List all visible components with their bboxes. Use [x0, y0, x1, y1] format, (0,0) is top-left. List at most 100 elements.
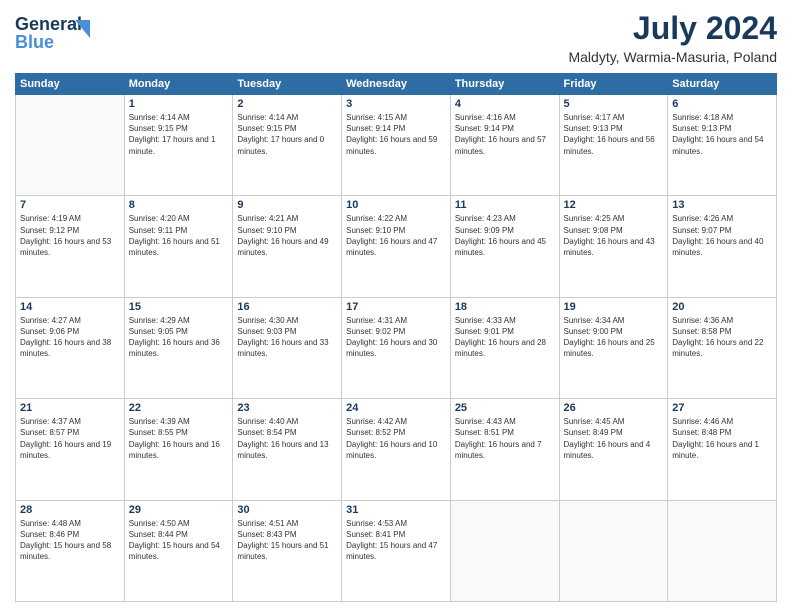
day-info: Sunrise: 4:51 AMSunset: 8:43 PMDaylight:…: [237, 518, 337, 563]
col-tuesday: Tuesday: [233, 74, 342, 95]
day-info: Sunrise: 4:34 AMSunset: 9:00 PMDaylight:…: [564, 315, 664, 360]
day-number: 9: [237, 199, 337, 211]
col-friday: Friday: [559, 74, 668, 95]
day-number: 2: [237, 98, 337, 110]
calendar-day-cell: 12Sunrise: 4:25 AMSunset: 9:08 PMDayligh…: [559, 196, 668, 297]
day-number: 15: [129, 301, 229, 313]
day-info: Sunrise: 4:19 AMSunset: 9:12 PMDaylight:…: [20, 213, 120, 258]
calendar-day-cell: 4 Sunrise: 4:16 AMSunset: 9:14 PMDaylight…: [450, 95, 559, 196]
calendar-day-cell: 21 Sunrise: 4:37 AMSunset: 8:57 PMDayligh…: [16, 399, 125, 500]
calendar-day-cell: 27Sunrise: 4:46 AMSunset: 8:48 PMDayligh…: [668, 399, 777, 500]
calendar-day-cell: 11 Sunrise: 4:23 AMSunset: 9:09 PMDayligh…: [450, 196, 559, 297]
calendar-day-cell: 19 Sunrise: 4:34 AMSunset: 9:00 PMDayligh…: [559, 297, 668, 398]
day-number: 31: [346, 504, 446, 516]
calendar-day-cell: 20Sunrise: 4:36 AMSunset: 8:58 PMDayligh…: [668, 297, 777, 398]
day-info: Sunrise: 4:31 AMSunset: 9:02 PMDaylight:…: [346, 315, 446, 360]
calendar-day-cell: 30 Sunrise: 4:51 AMSunset: 8:43 PMDayligh…: [233, 500, 342, 601]
page: General Blue July 2024 Maldyty, Warmia-M…: [0, 0, 792, 612]
day-number: 16: [237, 301, 337, 313]
day-number: 6: [672, 98, 772, 110]
day-number: 22: [129, 402, 229, 414]
calendar-day-cell: [559, 500, 668, 601]
calendar-week-row: 1Sunrise: 4:14 AMSunset: 9:15 PMDaylight…: [16, 95, 777, 196]
day-info: Sunrise: 4:14 AMSunset: 9:15 PMDaylight:…: [129, 112, 229, 157]
calendar-day-cell: 5 Sunrise: 4:17 AMSunset: 9:13 PMDaylight…: [559, 95, 668, 196]
day-info: Sunrise: 4:15 AMSunset: 9:14 PMDaylight:…: [346, 112, 446, 157]
day-info: Sunrise: 4:21 AMSunset: 9:10 PMDaylight:…: [237, 213, 337, 258]
calendar-day-cell: 25 Sunrise: 4:43 AMSunset: 8:51 PMDayligh…: [450, 399, 559, 500]
calendar-day-cell: 31 Sunrise: 4:53 AMSunset: 8:41 PMDayligh…: [342, 500, 451, 601]
location-subtitle: Maldyty, Warmia-Masuria, Poland: [568, 49, 777, 65]
day-info: Sunrise: 4:53 AMSunset: 8:41 PMDaylight:…: [346, 518, 446, 563]
day-info: Sunrise: 4:16 AMSunset: 9:14 PMDaylight:…: [455, 112, 555, 157]
calendar-day-cell: 28 Sunrise: 4:48 AMSunset: 8:46 PMDayligh…: [16, 500, 125, 601]
day-number: 4: [455, 98, 555, 110]
calendar-day-cell: 3Sunrise: 4:15 AMSunset: 9:14 PMDaylight…: [342, 95, 451, 196]
day-info: Sunrise: 4:46 AMSunset: 8:48 PMDaylight:…: [672, 416, 772, 461]
day-info: Sunrise: 4:26 AMSunset: 9:07 PMDaylight:…: [672, 213, 772, 258]
logo: General Blue: [15, 10, 105, 59]
day-number: 26: [564, 402, 664, 414]
month-year-title: July 2024: [568, 10, 777, 47]
day-info: Sunrise: 4:43 AMSunset: 8:51 PMDaylight:…: [455, 416, 555, 461]
day-number: 13: [672, 199, 772, 211]
calendar-day-cell: 9 Sunrise: 4:21 AMSunset: 9:10 PMDaylight…: [233, 196, 342, 297]
logo-svg: General Blue: [15, 10, 105, 54]
calendar-day-cell: 26Sunrise: 4:45 AMSunset: 8:49 PMDayligh…: [559, 399, 668, 500]
day-info: Sunrise: 4:37 AMSunset: 8:57 PMDaylight:…: [20, 416, 120, 461]
day-info: Sunrise: 4:17 AMSunset: 9:13 PMDaylight:…: [564, 112, 664, 157]
calendar-day-cell: 17 Sunrise: 4:31 AMSunset: 9:02 PMDayligh…: [342, 297, 451, 398]
day-info: Sunrise: 4:33 AMSunset: 9:01 PMDaylight:…: [455, 315, 555, 360]
calendar-day-cell: 18 Sunrise: 4:33 AMSunset: 9:01 PMDayligh…: [450, 297, 559, 398]
day-number: 29: [129, 504, 229, 516]
calendar-table: Sunday Monday Tuesday Wednesday Thursday…: [15, 73, 777, 602]
col-monday: Monday: [124, 74, 233, 95]
title-block: July 2024 Maldyty, Warmia-Masuria, Polan…: [568, 10, 777, 65]
calendar-day-cell: 29 Sunrise: 4:50 AMSunset: 8:44 PMDayligh…: [124, 500, 233, 601]
day-number: 8: [129, 199, 229, 211]
day-number: 24: [346, 402, 446, 414]
calendar-day-cell: 2 Sunrise: 4:14 AMSunset: 9:15 PMDaylight…: [233, 95, 342, 196]
day-number: 17: [346, 301, 446, 313]
svg-text:Blue: Blue: [15, 32, 54, 52]
day-info: Sunrise: 4:14 AMSunset: 9:15 PMDaylight:…: [237, 112, 337, 157]
day-info: Sunrise: 4:27 AMSunset: 9:06 PMDaylight:…: [20, 315, 120, 360]
calendar-day-cell: 10 Sunrise: 4:22 AMSunset: 9:10 PMDayligh…: [342, 196, 451, 297]
day-info: Sunrise: 4:23 AMSunset: 9:09 PMDaylight:…: [455, 213, 555, 258]
day-number: 7: [20, 199, 120, 211]
day-number: 18: [455, 301, 555, 313]
day-number: 12: [564, 199, 664, 211]
day-info: Sunrise: 4:22 AMSunset: 9:10 PMDaylight:…: [346, 213, 446, 258]
day-number: 30: [237, 504, 337, 516]
calendar-day-cell: 13 Sunrise: 4:26 AMSunset: 9:07 PMDayligh…: [668, 196, 777, 297]
day-number: 10: [346, 199, 446, 211]
calendar-day-cell: 6 Sunrise: 4:18 AMSunset: 9:13 PMDaylight…: [668, 95, 777, 196]
day-number: 11: [455, 199, 555, 211]
day-info: Sunrise: 4:18 AMSunset: 9:13 PMDaylight:…: [672, 112, 772, 157]
calendar-day-cell: 1Sunrise: 4:14 AMSunset: 9:15 PMDaylight…: [124, 95, 233, 196]
calendar-day-cell: 22 Sunrise: 4:39 AMSunset: 8:55 PMDayligh…: [124, 399, 233, 500]
day-number: 25: [455, 402, 555, 414]
calendar-header-row: Sunday Monday Tuesday Wednesday Thursday…: [16, 74, 777, 95]
day-number: 5: [564, 98, 664, 110]
day-info: Sunrise: 4:40 AMSunset: 8:54 PMDaylight:…: [237, 416, 337, 461]
svg-text:General: General: [15, 14, 82, 34]
day-number: 28: [20, 504, 120, 516]
day-info: Sunrise: 4:48 AMSunset: 8:46 PMDaylight:…: [20, 518, 120, 563]
day-number: 23: [237, 402, 337, 414]
day-info: Sunrise: 4:42 AMSunset: 8:52 PMDaylight:…: [346, 416, 446, 461]
day-info: Sunrise: 4:20 AMSunset: 9:11 PMDaylight:…: [129, 213, 229, 258]
calendar-day-cell: 8 Sunrise: 4:20 AMSunset: 9:11 PMDaylight…: [124, 196, 233, 297]
calendar-day-cell: 24 Sunrise: 4:42 AMSunset: 8:52 PMDayligh…: [342, 399, 451, 500]
col-sunday: Sunday: [16, 74, 125, 95]
day-info: Sunrise: 4:39 AMSunset: 8:55 PMDaylight:…: [129, 416, 229, 461]
day-number: 21: [20, 402, 120, 414]
day-number: 20: [672, 301, 772, 313]
day-number: 14: [20, 301, 120, 313]
col-thursday: Thursday: [450, 74, 559, 95]
col-wednesday: Wednesday: [342, 74, 451, 95]
day-info: Sunrise: 4:50 AMSunset: 8:44 PMDaylight:…: [129, 518, 229, 563]
day-info: Sunrise: 4:30 AMSunset: 9:03 PMDaylight:…: [237, 315, 337, 360]
day-number: 19: [564, 301, 664, 313]
calendar-day-cell: 16 Sunrise: 4:30 AMSunset: 9:03 PMDayligh…: [233, 297, 342, 398]
